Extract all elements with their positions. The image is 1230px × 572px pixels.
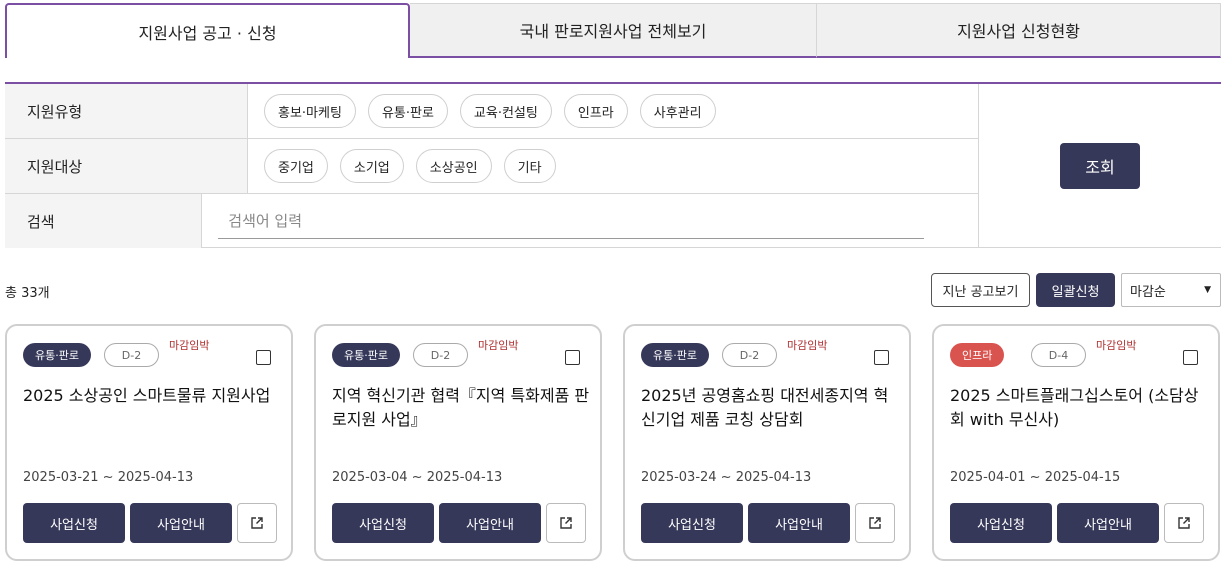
chip-marketing[interactable]: 홍보·마케팅	[264, 94, 356, 128]
dday-badge: D-4	[1031, 343, 1086, 367]
card-actions: 사업신청 사업안내	[641, 503, 895, 543]
apply-button[interactable]: 사업신청	[332, 503, 434, 543]
chip-small-business[interactable]: 소기업	[339, 149, 404, 183]
card-title[interactable]: 2025 스마트플래그십스토어 (소담상회 with 무신사)	[950, 384, 1212, 432]
chip-distribution[interactable]: 유통·판로	[367, 94, 448, 128]
urgent-label: 마감임박	[787, 339, 828, 352]
sort-value: 마감순	[1130, 284, 1166, 300]
info-button[interactable]: 사업안내	[1057, 503, 1159, 543]
apply-button[interactable]: 사업신청	[641, 503, 743, 543]
total-count: 총 33개	[5, 286, 50, 301]
external-link-button[interactable]	[855, 503, 895, 543]
chip-medium-business[interactable]: 중기업	[264, 149, 328, 183]
tab-all-programs[interactable]: 국내 판로지원사업 전체보기	[410, 3, 817, 58]
info-button[interactable]: 사업안내	[130, 503, 232, 543]
chip-other[interactable]: 기타	[503, 149, 556, 183]
card-period: 2025-03-24 ~ 2025-04-13	[641, 470, 812, 485]
chip-education[interactable]: 교육·컨설팅	[459, 94, 552, 128]
program-card: 유통·판로 D-2 마감임박 2025 소상공인 스마트물류 지원사업 2025…	[5, 324, 293, 561]
external-link-icon	[251, 517, 263, 529]
past-notices-button[interactable]: 지난 공고보기	[931, 273, 1030, 307]
category-badge: 유통·판로	[332, 343, 400, 367]
apply-button[interactable]: 사업신청	[23, 503, 125, 543]
filter-target-options: 중기업 소기업 소상공인 기타	[248, 139, 978, 193]
card-checkbox[interactable]	[874, 350, 889, 365]
chip-infra[interactable]: 인프라	[563, 94, 628, 128]
category-badge: 유통·판로	[23, 343, 91, 367]
chip-micro-business[interactable]: 소상공인	[415, 149, 492, 183]
dday-badge: D-2	[722, 343, 777, 367]
urgent-label: 마감임박	[169, 339, 210, 352]
search-input[interactable]	[218, 203, 925, 239]
sort-select[interactable]: 마감순 ▼	[1121, 273, 1221, 307]
info-button[interactable]: 사업안내	[748, 503, 850, 543]
filter-panel: 지원유형 홍보·마케팅 유통·판로 교육·컨설팅 인프라 사후관리 지원대상 중…	[5, 82, 1221, 248]
card-checkbox[interactable]	[256, 350, 271, 365]
info-button[interactable]: 사업안내	[439, 503, 541, 543]
card-actions: 사업신청 사업안내	[950, 503, 1204, 543]
card-title[interactable]: 2025 소상공인 스마트물류 지원사업	[23, 384, 285, 408]
list-toolbar: 지난 공고보기 일괄신청 마감순 ▼	[931, 273, 1221, 307]
card-actions: 사업신청 사업안내	[23, 503, 277, 543]
bulk-apply-button[interactable]: 일괄신청	[1036, 273, 1115, 307]
card-checkbox[interactable]	[1183, 350, 1198, 365]
program-card: 인프라 D-4 마감임박 2025 스마트플래그십스토어 (소담상회 with …	[932, 324, 1220, 561]
caret-down-icon: ▼	[1204, 285, 1211, 295]
tab-status[interactable]: 지원사업 신청현황	[817, 3, 1221, 58]
filter-row-type: 지원유형 홍보·마케팅 유통·판로 교육·컨설팅 인프라 사후관리	[5, 84, 978, 139]
program-card: 유통·판로 D-2 마감임박 2025년 공영홈쇼핑 대전세종지역 혁신기업 제…	[623, 324, 911, 561]
apply-button[interactable]: 사업신청	[950, 503, 1052, 543]
card-period: 2025-04-01 ~ 2025-04-15	[950, 470, 1121, 485]
tab-apply[interactable]: 지원사업 공고 · 신청	[5, 3, 410, 58]
external-link-icon	[560, 517, 572, 529]
card-period: 2025-03-21 ~ 2025-04-13	[23, 470, 194, 485]
category-badge: 인프라	[950, 343, 1005, 367]
main-tabs: 지원사업 공고 · 신청 국내 판로지원사업 전체보기 지원사업 신청현황	[5, 3, 1221, 58]
filter-row-search: 검색	[5, 194, 978, 248]
dday-badge: D-2	[104, 343, 159, 367]
external-link-icon	[1178, 517, 1190, 529]
search-wrap	[202, 194, 978, 248]
filter-search-label: 검색	[5, 194, 203, 248]
chip-aftercare[interactable]: 사후관리	[639, 94, 716, 128]
card-title[interactable]: 지역 혁신기관 협력『지역 특화제품 판로지원 사업』	[332, 384, 594, 432]
filter-type-label: 지원유형	[5, 84, 248, 138]
search-button[interactable]: 조회	[1060, 143, 1140, 189]
urgent-label: 마감임박	[478, 339, 519, 352]
program-card-list: 유통·판로 D-2 마감임박 2025 소상공인 스마트물류 지원사업 2025…	[5, 324, 1220, 561]
external-link-button[interactable]	[546, 503, 586, 543]
external-link-button[interactable]	[1164, 503, 1204, 543]
filter-type-options: 홍보·마케팅 유통·판로 교육·컨설팅 인프라 사후관리	[248, 84, 978, 138]
external-link-icon	[869, 517, 881, 529]
filter-target-label: 지원대상	[5, 139, 248, 193]
card-checkbox[interactable]	[565, 350, 580, 365]
card-period: 2025-03-04 ~ 2025-04-13	[332, 470, 503, 485]
dday-badge: D-2	[413, 343, 468, 367]
external-link-button[interactable]	[237, 503, 277, 543]
filter-row-target: 지원대상 중기업 소기업 소상공인 기타	[5, 139, 978, 194]
urgent-label: 마감임박	[1096, 339, 1137, 352]
program-card: 유통·판로 D-2 마감임박 지역 혁신기관 협력『지역 특화제품 판로지원 사…	[314, 324, 602, 561]
card-actions: 사업신청 사업안내	[332, 503, 586, 543]
category-badge: 유통·판로	[641, 343, 709, 367]
card-title[interactable]: 2025년 공영홈쇼핑 대전세종지역 혁신기업 제품 코칭 상담회	[641, 384, 903, 432]
search-submit-area: 조회	[978, 84, 1221, 248]
